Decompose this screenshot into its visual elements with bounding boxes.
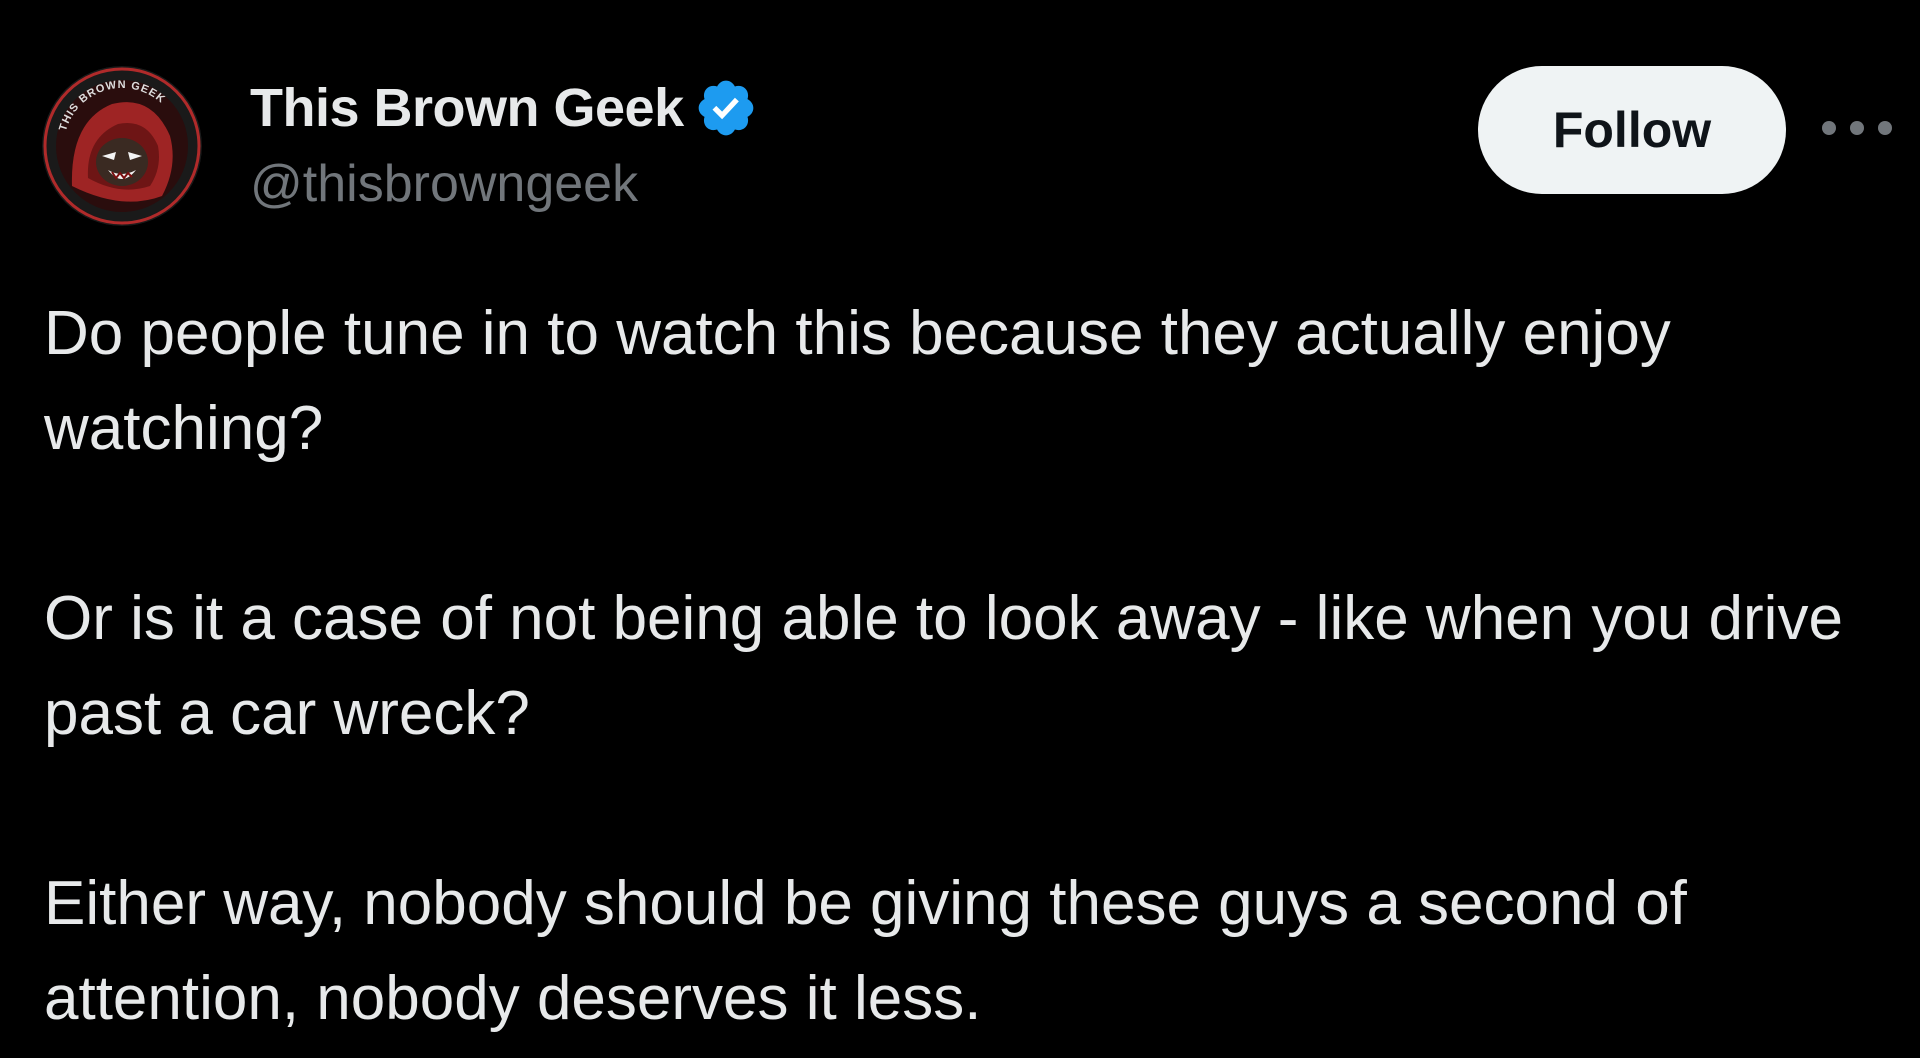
more-dot [1850, 121, 1864, 135]
author-name-row: This Brown Geek [250, 76, 758, 140]
avatar-image: THIS BROWN GEEK [42, 66, 202, 226]
tweet-paragraph: Or is it a case of not being able to loo… [44, 584, 1861, 748]
more-options-icon[interactable] [1822, 110, 1892, 146]
more-dot [1878, 121, 1892, 135]
follow-button[interactable]: Follow [1478, 66, 1786, 194]
tweet-paragraph: Do people tune in to watch this because … [44, 299, 1689, 463]
tweet-card: THIS BROWN GEEK This Brown Geek @thisbro… [0, 0, 1920, 1058]
tweet-paragraph: Either way, nobody should be giving thes… [44, 869, 1705, 1033]
avatar[interactable]: THIS BROWN GEEK [42, 66, 202, 226]
verified-badge-icon[interactable] [694, 76, 758, 140]
tweet-text: Do people tune in to watch this because … [44, 286, 1894, 1046]
more-dot [1822, 121, 1836, 135]
author-display-name[interactable]: This Brown Geek [250, 77, 684, 139]
author-handle[interactable]: @thisbrowngeek [250, 154, 638, 214]
